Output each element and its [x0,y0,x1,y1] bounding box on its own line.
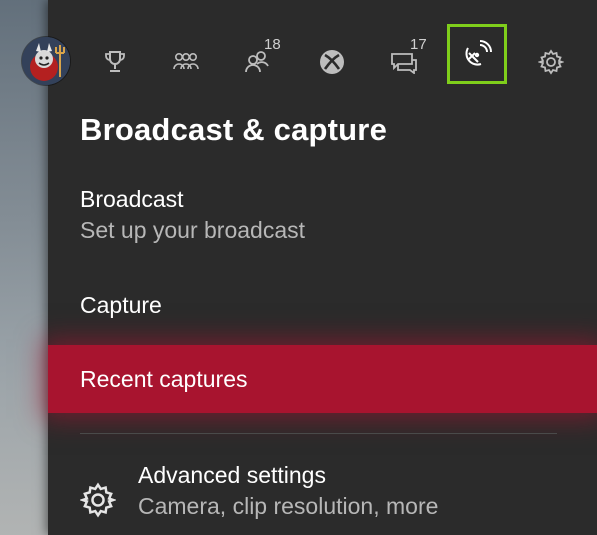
advanced-settings-label: Advanced settings [138,462,326,488]
guide-tab-bar: 18 17 [48,0,597,110]
settings-gear-icon [538,49,564,75]
menu-item-recent-captures[interactable]: Recent captures [48,345,597,413]
gear-icon [80,482,116,518]
page-title: Broadcast & capture [80,112,388,147]
tab-achievements[interactable] [95,42,135,82]
broadcast-sublabel: Set up your broadcast [80,217,306,243]
menu-item-advanced-settings[interactable]: Advanced settings Camera, clip resolutio… [80,462,597,520]
friends-badge: 18 [264,36,281,53]
menu-item-capture[interactable]: Capture [48,292,597,319]
broadcast-label: Broadcast [80,186,184,212]
menu-item-broadcast[interactable]: Broadcast Set up your broadcast [48,186,597,244]
trophy-icon [105,51,125,72]
party-icon [173,52,199,70]
tab-home[interactable] [312,42,352,82]
tab-settings[interactable] [531,42,571,82]
tab-friends[interactable]: 18 [238,36,281,82]
tab-party[interactable] [166,42,206,82]
tab-broadcast-capture[interactable] [447,24,507,84]
advanced-settings-sublabel: Camera, clip resolution, more [138,493,439,519]
messages-badge: 17 [410,36,427,53]
broadcast-icon [465,40,492,66]
friends-icon [245,51,269,73]
capture-label: Capture [80,292,162,318]
divider [80,433,557,434]
recent-captures-label: Recent captures [80,365,248,392]
tab-messages[interactable]: 17 [384,36,427,82]
messages-icon [391,53,417,74]
xbox-icon [320,50,344,74]
